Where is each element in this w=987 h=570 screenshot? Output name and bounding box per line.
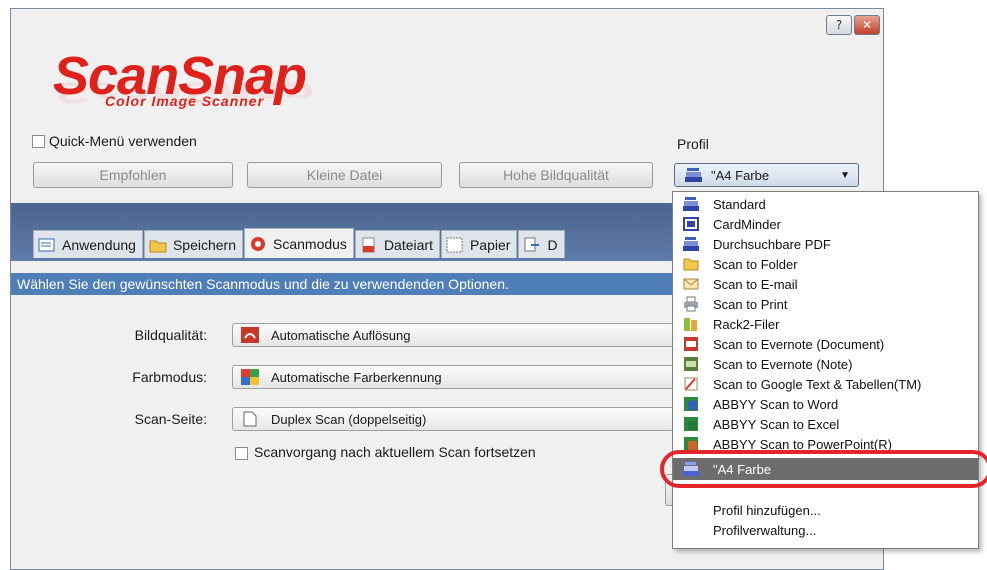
pdf-icon [684, 337, 698, 351]
recommended-button[interactable]: Empfohlen [33, 162, 233, 188]
profile-item-label: Scan to Google Text & Tabellen(TM) [713, 376, 922, 392]
tab-anwendung[interactable]: Anwendung [33, 230, 143, 258]
logo-reflection: ScanSnap [53, 75, 315, 109]
profile-item-rack2-filer[interactable]: Rack2-Filer [673, 314, 978, 334]
compress-icon [524, 237, 540, 251]
color-mode-select[interactable]: Automatische Farberkennung [232, 365, 692, 389]
cardminder-icon [683, 217, 699, 231]
abbyy-excel-icon [684, 417, 698, 431]
tab-label: Scanmodus [273, 235, 347, 252]
continue-scan-label[interactable]: Scanvorgang nach aktuellem Scan fortsetz… [254, 444, 536, 460]
profile-item-scan-to-email[interactable]: Scan to E-mail [673, 274, 978, 294]
profile-item-searchable-pdf[interactable]: Durchsuchbare PDF [673, 234, 978, 254]
manage-profiles-item[interactable]: Profilverwaltung... [673, 520, 978, 540]
image-quality-label: Bildqualität: [134, 327, 207, 343]
scan-side-select[interactable]: Duplex Scan (doppelseitig) [232, 407, 692, 431]
tab-label: Papier [469, 236, 511, 253]
add-profile-item[interactable]: Profil hinzufügen... [673, 500, 978, 520]
tab-dateiart[interactable]: Dateiart [354, 230, 440, 258]
manage-profiles-label: Profilverwaltung... [713, 522, 817, 538]
profile-item-cardminder[interactable]: CardMinder [673, 214, 978, 234]
tab-d[interactable]: D [518, 230, 565, 258]
tab-scanmodus[interactable]: Scanmodus [244, 228, 354, 258]
scanmode-icon [251, 236, 265, 251]
blank-icon [683, 502, 699, 518]
scanner-icon [683, 237, 699, 251]
tab-label: D [547, 236, 558, 253]
profile-item-scan-to-folder[interactable]: Scan to Folder [673, 254, 978, 274]
blank-icon [683, 522, 699, 538]
help-button[interactable]: ? [826, 15, 852, 35]
tab-papier[interactable]: Papier [440, 230, 518, 258]
profile-item-scan-to-print[interactable]: Scan to Print [673, 294, 978, 314]
highlight-annotation [660, 450, 987, 488]
tab-label: Dateiart [383, 236, 433, 253]
profile-item-evernote-note[interactable]: Scan to Evernote (Note) [673, 354, 978, 374]
scanner-icon [683, 197, 699, 211]
quality-icon [241, 327, 259, 343]
google-icon [684, 377, 698, 391]
profile-item-label: ABBYY Scan to Excel [713, 416, 840, 432]
settings-tabs: Anwendung Speichern Scanmodus Dateiart P… [33, 228, 566, 258]
profile-select[interactable]: "A4 Farbe ▼ [674, 163, 859, 187]
close-button[interactable]: ✕ [854, 15, 880, 35]
profile-select-value: "A4 Farbe [711, 167, 770, 183]
profile-item-label: Rack2-Filer [713, 316, 780, 332]
tab-speichern[interactable]: Speichern [143, 230, 243, 258]
profile-item-label: Standard [713, 196, 766, 212]
profile-item-label: CardMinder [713, 216, 781, 232]
duplex-icon [243, 411, 257, 427]
paper-icon [446, 237, 463, 252]
color-mode-label: Farbmodus: [132, 369, 207, 385]
profile-item-standard[interactable]: Standard [673, 194, 978, 214]
profile-item-label: Durchsuchbare PDF [713, 236, 831, 252]
add-profile-label: Profil hinzufügen... [713, 502, 821, 518]
profile-item-abbyy-excel[interactable]: ABBYY Scan to Excel [673, 414, 978, 434]
profile-label: Profil [677, 136, 709, 152]
rack2filer-icon [684, 318, 697, 331]
color-mode-value: Automatische Farberkennung [271, 369, 442, 385]
image-quality-select[interactable]: Automatische Auflösung [232, 323, 692, 347]
profile-item-label: Scan to Folder [713, 256, 798, 272]
scan-side-label: Scan-Seite: [134, 411, 207, 427]
color-mode-icon [241, 369, 259, 385]
profile-item-evernote-document[interactable]: Scan to Evernote (Document) [673, 334, 978, 354]
application-icon [38, 238, 55, 251]
profile-item-google-docs[interactable]: Scan to Google Text & Tabellen(TM) [673, 374, 978, 394]
high-quality-button[interactable]: Hohe Bildqualität [459, 162, 653, 188]
jpg-icon [684, 357, 698, 371]
profile-dropdown-list: Standard CardMinder Durchsuchbare PDF Sc… [672, 191, 979, 549]
scan-side-value: Duplex Scan (doppelseitig) [271, 411, 427, 427]
email-icon [683, 278, 699, 290]
chevron-down-icon: ▼ [840, 169, 850, 181]
tab-label: Anwendung [62, 236, 136, 253]
profile-item-label: Scan to E-mail [713, 276, 798, 292]
profile-item-label: Scan to Evernote (Document) [713, 336, 885, 352]
abbyy-word-icon [684, 397, 698, 411]
tab-label: Speichern [172, 236, 236, 253]
profile-item-label: ABBYY Scan to Word [713, 396, 839, 412]
quick-menu-checkbox[interactable] [32, 135, 45, 148]
continue-scan-checkbox[interactable] [235, 447, 248, 460]
small-file-button[interactable]: Kleine Datei [247, 162, 442, 188]
folder-icon [149, 240, 167, 252]
image-quality-value: Automatische Auflösung [271, 327, 411, 343]
scanner-icon [685, 168, 702, 182]
file-icon [362, 237, 375, 252]
profile-item-label: Scan to Print [713, 296, 788, 312]
quick-menu-label[interactable]: Quick-Menü verwenden [49, 133, 197, 149]
profile-item-abbyy-word[interactable]: ABBYY Scan to Word [673, 394, 978, 414]
folder-icon [683, 258, 699, 271]
profile-item-label: Scan to Evernote (Note) [713, 356, 853, 372]
printer-icon [684, 296, 698, 312]
